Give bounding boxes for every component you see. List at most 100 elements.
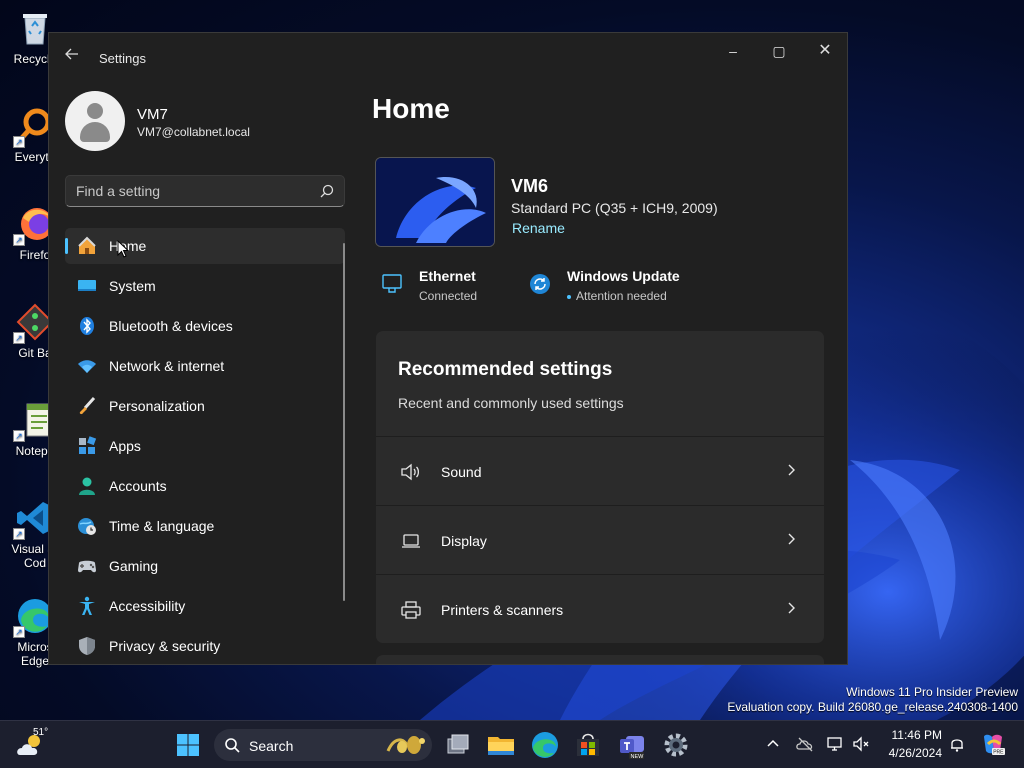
search-icon [225, 738, 240, 753]
recommended-row-display[interactable]: Display [376, 505, 824, 574]
row-label: Printers & scanners [441, 602, 564, 618]
sidebar-item-system[interactable]: System [65, 268, 345, 304]
sidebar-item-label: Apps [109, 438, 141, 454]
settings-window[interactable]: Settings – ▢ ✕ VM7 VM7@collabnet.local H… [48, 32, 848, 665]
shortcut-arrow-icon: ↗ [13, 430, 25, 442]
device-model: Standard PC (Q35 + ICH9, 2009) [511, 200, 718, 216]
avatar-head [87, 103, 103, 119]
ethernet-title[interactable]: Ethernet [419, 268, 476, 284]
taskbar-search[interactable]: Search [214, 729, 432, 761]
desktop-icon-label: Firefo [19, 248, 51, 262]
sidebar-item-network[interactable]: Network & internet [65, 348, 345, 384]
recommended-row-printers[interactable]: Printers & scanners [376, 574, 824, 643]
minimize-button[interactable]: – [711, 39, 755, 65]
home-icon [78, 236, 96, 254]
device-wallpaper-thumbnail [375, 157, 495, 247]
evaluation-watermark: Windows 11 Pro Insider Preview Evaluatio… [727, 685, 1018, 715]
store-icon[interactable] [572, 729, 604, 761]
network-monitor-icon[interactable] [826, 735, 844, 753]
laptop-icon [402, 534, 420, 548]
back-button[interactable] [61, 46, 83, 68]
recommended-row-sound[interactable]: Sound [376, 436, 824, 505]
row-label: Display [441, 533, 487, 549]
ethernet-status: Connected [419, 289, 478, 303]
bluetooth-icon [80, 317, 94, 335]
volume-muted-icon[interactable] [852, 735, 870, 753]
sidebar-item-home[interactable]: Home [65, 228, 345, 264]
ethernet-icon[interactable] [381, 273, 403, 295]
sidebar-item-label: Accessibility [109, 598, 186, 614]
shield-icon [79, 637, 95, 655]
sidebar-item-privacy[interactable]: Privacy & security [65, 628, 345, 664]
accounts-icon [79, 477, 95, 495]
sidebar-item-personalization[interactable]: Personalization [65, 388, 345, 424]
edge-icon[interactable] [529, 729, 561, 761]
sidebar-item-label: Time & language [109, 518, 215, 534]
windows-update-status: Attention needed [567, 289, 667, 303]
chevron-right-icon [788, 464, 795, 476]
recommended-subtitle: Recent and commonly used settings [398, 395, 624, 411]
back-arrow-icon [65, 48, 78, 60]
sidebar-item-bluetooth[interactable]: Bluetooth & devices [65, 308, 345, 344]
chevron-right-icon [788, 602, 795, 614]
watermark-line-2: Evaluation copy. Build 26080.ge_release.… [727, 700, 1018, 714]
brush-icon [79, 396, 96, 415]
next-card-partial [376, 655, 824, 664]
sidebar-item-label: Network & internet [109, 358, 225, 374]
attention-dot [567, 294, 571, 299]
sidebar-scrollbar[interactable] [343, 243, 345, 601]
close-button[interactable]: ✕ [803, 39, 847, 65]
sidebar-nav: Home System Bluetooth & devices Network … [65, 228, 345, 664]
row-label: Sound [441, 464, 482, 480]
desktop-icon-label: Git Ba [18, 346, 52, 360]
mouse-cursor-icon [117, 240, 129, 258]
windows-update-title[interactable]: Windows Update [567, 268, 680, 284]
sidebar-item-label: Accounts [109, 478, 167, 494]
settings-icon[interactable] [660, 729, 692, 761]
avatar[interactable] [65, 91, 125, 151]
sidebar-item-label: Bluetooth & devices [109, 318, 233, 334]
recommended-title: Recommended settings [398, 359, 613, 380]
shortcut-arrow-icon: ↗ [13, 136, 25, 148]
taskbar: 51° Search NEW PRE [0, 720, 1024, 768]
taskbar-clock-time[interactable]: 11:46 PM [888, 728, 942, 742]
accessibility-icon [79, 596, 95, 615]
search-icon[interactable] [320, 184, 334, 198]
sidebar-item-time-language[interactable]: Time & language [65, 508, 345, 544]
watermark-line-1: Windows 11 Pro Insider Preview [846, 685, 1018, 699]
taskbar-clock-date[interactable]: 4/26/2024 [880, 746, 942, 760]
active-indicator [65, 238, 68, 254]
search-box[interactable] [65, 175, 345, 207]
copilot-icon[interactable]: PRE [980, 731, 1006, 757]
search-input[interactable] [76, 176, 306, 206]
maximize-button[interactable]: ▢ [757, 39, 801, 65]
windows-update-icon[interactable] [529, 273, 551, 295]
globe-clock-icon [78, 518, 96, 535]
onedrive-offline-icon[interactable] [796, 735, 814, 753]
sidebar-item-label: Gaming [109, 558, 159, 574]
shortcut-arrow-icon: ↗ [13, 332, 25, 344]
windows-update-status-text: Attention needed [576, 289, 667, 303]
system-icon [78, 280, 96, 291]
file-explorer-icon[interactable] [485, 729, 517, 761]
sidebar-item-accounts[interactable]: Accounts [65, 468, 345, 504]
wifi-icon [78, 360, 96, 373]
avatar-body [80, 122, 110, 142]
shortcut-arrow-icon: ↗ [13, 234, 25, 246]
sidebar-item-label: Privacy & security [109, 638, 221, 654]
profile-email: VM7@collabnet.local [137, 125, 250, 139]
title-bar[interactable]: Settings – ▢ ✕ [49, 33, 847, 83]
sidebar-item-accessibility[interactable]: Accessibility [65, 588, 345, 624]
sidebar-item-apps[interactable]: Apps [65, 428, 345, 464]
sidebar-item-label: System [109, 278, 156, 294]
chevron-up-icon[interactable] [764, 735, 782, 753]
sidebar-item-gaming[interactable]: Gaming [65, 548, 345, 584]
teams-icon[interactable]: NEW [616, 729, 648, 761]
controller-icon [78, 560, 96, 573]
notification-bell-icon[interactable] [948, 735, 966, 753]
task-view-icon[interactable] [442, 729, 474, 761]
start-button[interactable] [176, 733, 200, 757]
rename-link[interactable]: Rename [512, 220, 565, 236]
search-highlight-icon [386, 736, 425, 754]
svg-text:PRE: PRE [993, 750, 1004, 756]
